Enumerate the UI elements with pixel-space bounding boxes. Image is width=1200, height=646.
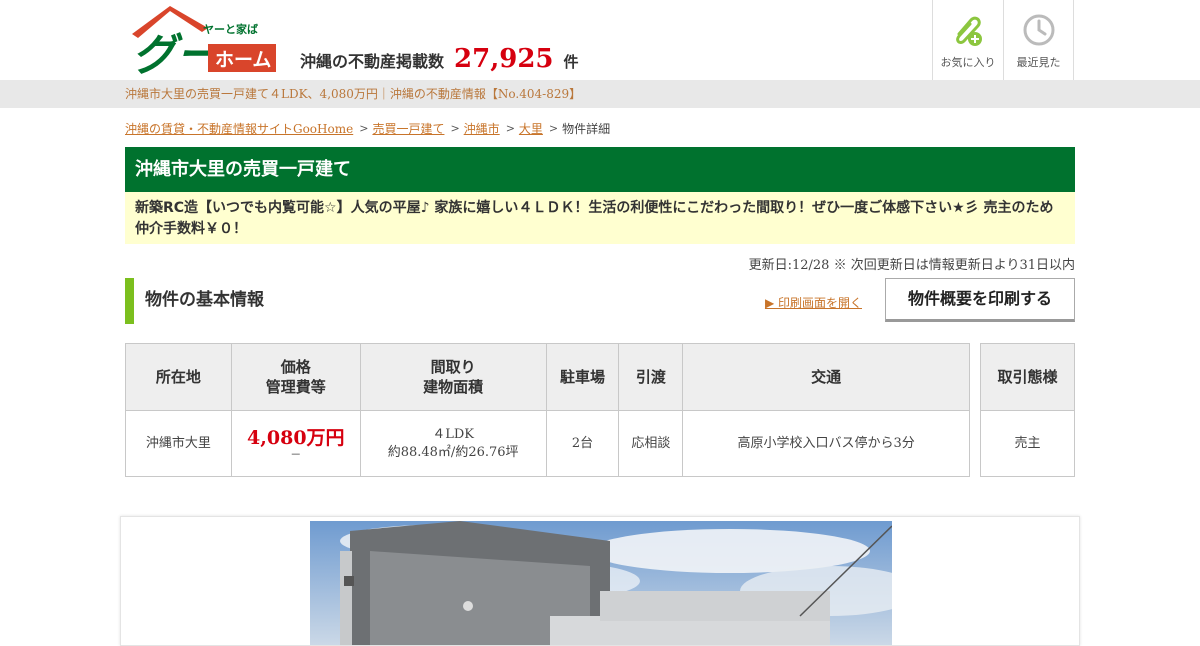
col-price-line1: 価格 [280,358,311,376]
site-header: ヤーと家ば グー ホーム 沖縄の不動産掲載数 27,925 件 お気に入り 最近… [0,0,1200,80]
page-title: 沖縄市大里の売買一戸建て４LDK、4,080万円｜沖縄の不動産情報【No.404… [125,87,582,101]
clock-icon [1023,14,1054,46]
management-fee: － [290,447,302,461]
breadcrumb-current: 物件詳細 [562,121,611,136]
col-transport: 交通 [682,343,970,411]
goohome-logo[interactable]: ヤーと家ば グー ホーム [130,4,280,76]
col-layout: 間取り 建物面積 [359,343,547,411]
table-header-row: 所在地 価格 管理費等 間取り 建物面積 駐車場 引渡 交通 [125,343,970,411]
cell-parking: 2台 [545,410,620,477]
recently-viewed-button[interactable]: 最近見た [1003,0,1074,80]
chevron-right-icon: > [505,121,515,135]
col-delivery: 引渡 [618,343,684,411]
breadcrumb-area[interactable]: 大里 [519,120,543,137]
cell-location: 沖縄市大里 [125,410,232,477]
favorites-label: お気に入り [940,56,996,69]
breadcrumb-home[interactable]: 沖縄の賃貸・不動産情報サイトGooHome [125,120,353,137]
photo-gallery [120,516,1080,646]
breadcrumb-city[interactable]: 沖縄市 [464,120,500,137]
chevron-right-icon: > [548,121,559,135]
col-layout-line2: 建物面積 [423,378,484,396]
table-row: 沖縄市大里 4,080万円 － ４LDK 約88.48㎡/約26.76坪 2台 … [125,410,970,477]
area-value: 約88.48㎡/約26.76坪 [387,444,519,460]
price-value: 4,080万円 [247,426,345,449]
breadcrumb: 沖縄の賃貸・不動産情報サイトGooHome > 売買一戸建て > 沖縄市 > 大… [125,120,1075,136]
col-price: 価格 管理費等 [230,343,361,411]
property-title: 沖縄市大里の売買一戸建て [125,147,1075,192]
table-row: 売主 [980,410,1075,477]
listings-count: 沖縄の不動産掲載数 27,925 件 [300,44,579,74]
col-location: 所在地 [125,343,232,411]
svg-text:ホーム: ホーム [215,49,271,71]
listings-number: 27,925 [454,44,554,74]
basic-info-table: 所在地 価格 管理費等 間取り 建物面積 駐車場 引渡 交通 沖縄市大里 4,0… [125,343,970,477]
chevron-right-icon: > [450,121,460,135]
listings-label: 沖縄の不動産掲載数 [300,52,445,71]
open-print-view-link[interactable]: ▶ 印刷画面を開く [765,294,862,311]
col-deal-type: 取引態様 [980,343,1075,411]
updated-date: 更新日:12/28 ※ 次回更新日は情報更新日より31日以内 [748,258,1075,273]
page-title-bar: 沖縄市大里の売買一戸建て４LDK、4,080万円｜沖縄の不動産情報【No.404… [0,80,1200,108]
property-catchcopy: 新築RC造【いつでも内覧可能☆】人気の平屋♪ 家族に嬉しい４ＬＤＫ！生活の利便性… [125,192,1075,244]
table-header-row: 取引態様 [980,343,1075,411]
listings-unit: 件 [563,53,579,71]
print-summary-button[interactable]: 物件概要を印刷する [885,278,1075,322]
col-price-line2: 管理費等 [265,378,326,396]
col-layout-line1: 間取り [430,358,476,376]
main-content: 沖縄の賃貸・不動産情報サイトGooHome > 売買一戸建て > 沖縄市 > 大… [125,120,1075,477]
cell-transport: 高原小学校入口バス停から3分 [682,410,970,477]
paperclip-plus-icon [956,16,982,46]
recently-viewed-label: 最近見た [1016,56,1061,69]
cell-layout: ４LDK 約88.48㎡/約26.76坪 [359,410,547,477]
basic-info-heading: 物件の基本情報 [125,278,264,324]
basic-info-table-wrap: 所在地 価格 管理費等 間取り 建物面積 駐車場 引渡 交通 沖縄市大里 4,0… [125,343,1075,477]
col-parking: 駐車場 [545,343,620,411]
chevron-right-icon: > [359,121,369,135]
house-exterior-photo[interactable] [310,521,892,646]
basic-info-header: 物件の基本情報 ▶ 印刷画面を開く 物件概要を印刷する [125,278,1075,324]
deal-type-table: 取引態様 売主 [980,343,1075,477]
cell-price: 4,080万円 － [230,410,361,477]
cell-deal-type: 売主 [980,410,1075,477]
layout-value: ４LDK [432,426,475,442]
cell-delivery: 応相談 [618,410,684,477]
breadcrumb-category[interactable]: 売買一戸建て [372,120,444,137]
favorites-button[interactable]: お気に入り [932,0,1003,80]
